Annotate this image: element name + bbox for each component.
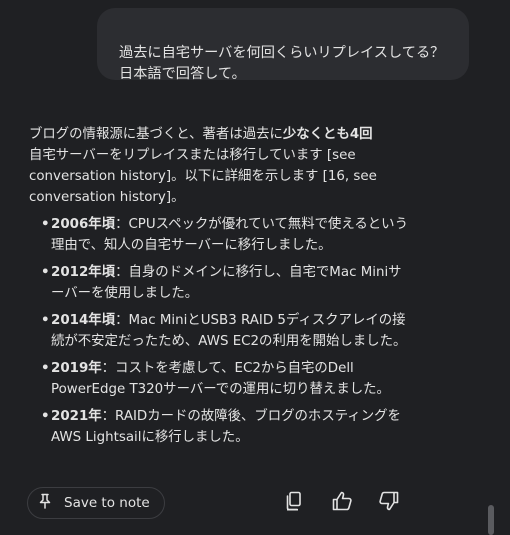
list-item-label: 2006年頃 xyxy=(51,217,116,232)
scrollbar-thumb[interactable] xyxy=(488,505,494,535)
thumbs-down-button[interactable] xyxy=(375,489,403,517)
list-item: • 2019年：コストを考慮して、EC2から自宅のDell PowerEdge T… xyxy=(41,361,390,397)
thumbs-down-icon xyxy=(378,491,400,515)
list-item: • 2006年頃：CPUスペックが優れていて無料で使えるという理由で、知人の自宅サ… xyxy=(41,217,408,253)
response-actions: Save to note xyxy=(27,487,467,519)
list-item: • 2012年頃：自身のドメインに移行し、自宅でMac Miniサーバーを使用しま… xyxy=(41,265,402,301)
thumbs-up-icon xyxy=(331,491,353,515)
user-message-bubble: 過去に自宅サーバを何回くらいリプレイスしてる？ 日本語で回答して。 xyxy=(97,8,469,82)
copy-icon xyxy=(285,491,303,515)
list-item-label: 2021年 xyxy=(51,409,102,424)
save-to-note-button[interactable]: Save to note xyxy=(27,487,165,519)
list-item: • 2021年：RAIDカードの故障後、ブログのホスティングをAWS Lights… xyxy=(41,409,401,445)
list-item-text: ：コストを考慮して、EC2から自宅のDell PowerEdge T320サーバ… xyxy=(51,361,390,397)
pin-icon xyxy=(38,493,52,513)
chat-scroll-area[interactable]: 過去に自宅サーバを何回くらいリプレイスしてる？ 日本語で回答して。 ブログの情報… xyxy=(0,0,510,535)
list-item-label: 2019年 xyxy=(51,361,102,376)
response-intro-emphasis: 少なくとも4回 xyxy=(282,127,373,142)
list-item-label: 2014年頃 xyxy=(51,313,116,328)
list-item-text: ：RAIDカードの故障後、ブログのホスティングをAWS Lightsailに移行… xyxy=(51,409,401,445)
copy-button[interactable] xyxy=(280,489,308,517)
response-intro: ブログの情報源に基づくと、著者は過去に少なくとも4回 自宅サーバーをリプレイスまた… xyxy=(29,127,377,205)
list-item-label: 2012年頃 xyxy=(51,265,116,280)
user-message-text: 過去に自宅サーバを何回くらいリプレイスしてる？ 日本語で回答して。 xyxy=(119,45,445,82)
save-to-note-label: Save to note xyxy=(64,495,150,511)
thumbs-up-button[interactable] xyxy=(328,489,356,517)
list-item: • 2014年頃：Mac MiniとUSB3 RAID 5ディスクアレイの接続が不… xyxy=(41,313,407,349)
response-list: • 2006年頃：CPUスペックが優れていて無料で使えるという理由で、知人の自宅サ… xyxy=(29,214,411,448)
assistant-response: ブログの情報源に基づくと、著者は過去に少なくとも4回 自宅サーバーをリプレイスまた… xyxy=(29,124,411,454)
